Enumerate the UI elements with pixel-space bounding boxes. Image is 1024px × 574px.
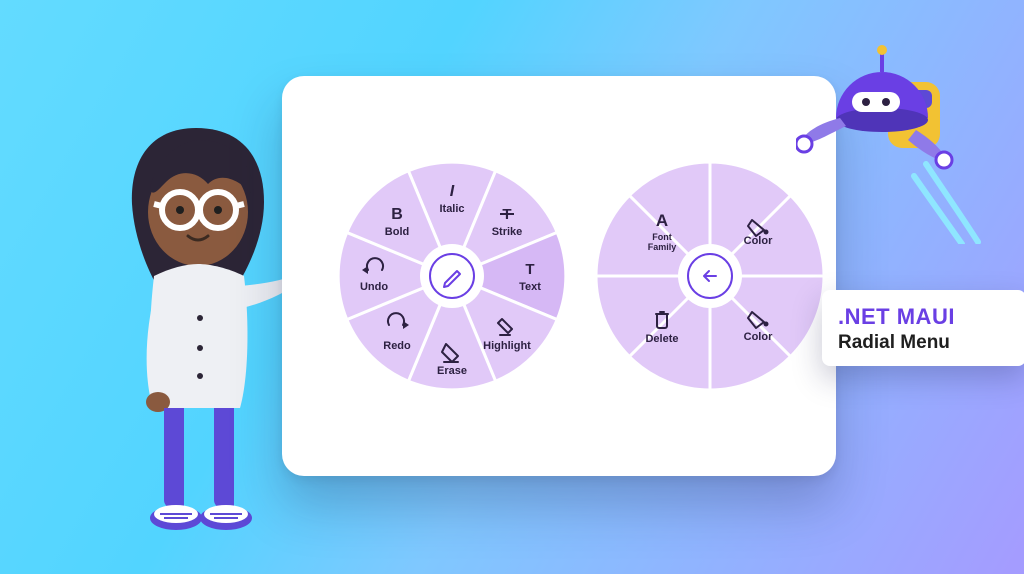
- italic-icon: I: [450, 183, 455, 200]
- radial-item-label: Text: [519, 281, 541, 293]
- radial-item-label: Strike: [492, 226, 523, 238]
- radial-item-label: Color: [744, 235, 773, 247]
- radial-item-label: Undo: [360, 281, 388, 293]
- text-icon: T: [525, 261, 534, 278]
- radial-item-label: Erase: [437, 365, 467, 377]
- radial-item-label: Font: [652, 232, 672, 242]
- bold-icon: B: [391, 206, 403, 223]
- radial-item-label: Bold: [385, 226, 409, 238]
- callout-subtitle: Radial Menu: [838, 332, 1010, 354]
- radial-item-label: Family: [648, 242, 677, 252]
- radial-item-label: Italic: [439, 203, 464, 215]
- radial-item-label: Delete: [645, 333, 678, 345]
- font-icon: A: [656, 211, 668, 230]
- radial-menu-formatting: I Italic T Strike: [338, 162, 566, 390]
- svg-text:A: A: [656, 211, 668, 230]
- hero-stage: I Italic T Strike: [0, 0, 1024, 574]
- callout-title: .NET MAUI: [838, 304, 1010, 330]
- mascot-robot: [796, 44, 986, 244]
- radial-menu-submenu: A Font Family Color: [596, 162, 824, 390]
- product-callout: .NET MAUI Radial Menu: [822, 290, 1024, 366]
- svg-text:I: I: [450, 183, 455, 200]
- radial-item-label: Redo: [383, 340, 411, 352]
- svg-text:B: B: [391, 206, 403, 223]
- radial-item-label: Highlight: [483, 340, 531, 352]
- radial-item-label: Color: [744, 331, 773, 343]
- presenter-figure: [88, 118, 308, 538]
- demo-panel: I Italic T Strike: [282, 76, 836, 476]
- svg-text:T: T: [525, 261, 534, 278]
